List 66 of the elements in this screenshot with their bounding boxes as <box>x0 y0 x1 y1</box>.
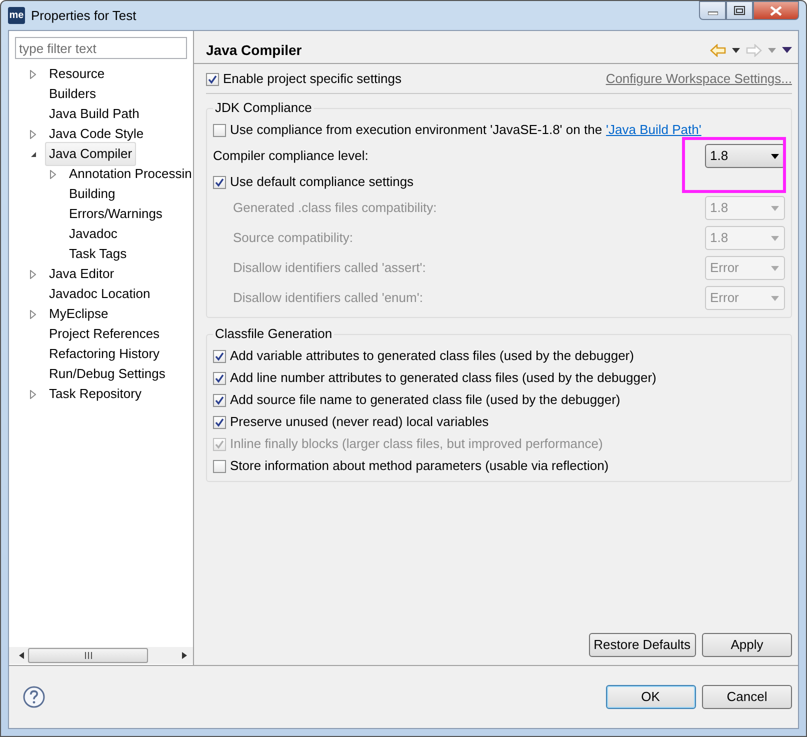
page-title: Java Compiler <box>206 40 302 60</box>
checkbox[interactable] <box>206 72 219 86</box>
expand-arrow-icon[interactable] <box>30 70 36 78</box>
restore-defaults-button[interactable]: Restore Defaults <box>588 633 696 657</box>
minimize-button[interactable] <box>699 1 726 20</box>
checkbox[interactable] <box>213 350 226 362</box>
expand-arrow-icon[interactable] <box>30 270 36 278</box>
dropdown-caret-icon <box>771 206 779 210</box>
check-icon <box>215 418 224 426</box>
apply-button[interactable]: Apply <box>702 633 792 657</box>
help-icon[interactable] <box>23 686 45 708</box>
maximize-button[interactable] <box>726 1 753 20</box>
checkbox[interactable] <box>213 124 226 136</box>
checkbox-label: Add variable attributes to generated class files (used by the debugger) <box>230 347 634 366</box>
group-title: JDK Compliance <box>213 100 314 116</box>
checkbox-label: Store information about method parameters (usable via reflection) <box>230 457 609 476</box>
check-icon <box>215 374 224 382</box>
java-build-path-link[interactable]: 'Java Build Path' <box>606 120 702 140</box>
dropdown-caret-icon[interactable] <box>732 48 740 52</box>
expand-arrow-icon[interactable] <box>30 390 36 398</box>
expand-arrow-icon[interactable] <box>30 130 36 138</box>
filter-field[interactable]: type filter text <box>15 37 187 59</box>
checkbox-label: Enable project specific settings <box>223 70 402 88</box>
checkbox-label: Preserve unused (never read) local variables <box>230 413 489 432</box>
check-icon <box>215 440 224 448</box>
checkbox[interactable] <box>213 372 226 384</box>
dropdown-caret-icon <box>771 296 779 300</box>
check-icon <box>208 74 217 84</box>
scroll-right-icon[interactable] <box>182 652 187 659</box>
collapse-arrow-icon[interactable] <box>30 150 36 158</box>
expand-arrow-icon[interactable] <box>30 310 36 318</box>
checkbox-label: Use default compliance settings <box>230 173 414 192</box>
cancel-button[interactable]: Cancel <box>702 685 792 709</box>
field-label: Source compatibility: <box>233 229 353 248</box>
field-label: Compiler compliance level: <box>213 147 368 166</box>
checkbox[interactable] <box>213 416 226 428</box>
expand-arrow-icon[interactable] <box>50 170 56 178</box>
checkbox[interactable] <box>213 394 226 406</box>
dropdown-caret-icon <box>771 236 779 240</box>
check-icon <box>215 178 224 186</box>
dropdown-caret-icon <box>771 266 779 270</box>
app-logo: me <box>8 7 25 24</box>
close-icon <box>770 6 782 16</box>
field-label: Generated .class files compatibility: <box>233 199 437 218</box>
dropdown[interactable]: 1.8 <box>705 144 785 168</box>
window-title: Properties for Test <box>31 6 136 25</box>
checkbox-label: Add source file name to generated class file (used by the debugger) <box>230 391 620 410</box>
scroll-left-icon[interactable] <box>19 652 24 659</box>
configure-workspace-link[interactable]: Configure Workspace Settings... <box>606 69 792 89</box>
checkbox-label: Inline finally blocks (larger class files, but improved performance) <box>230 435 603 454</box>
close-button[interactable] <box>753 1 799 20</box>
dropdown-caret-icon <box>771 154 779 158</box>
check-icon <box>215 396 224 404</box>
checkbox-label: Add line number attributes to generated class files (used by the debugger) <box>230 369 656 388</box>
ok-button[interactable]: OK <box>606 685 696 709</box>
checkbox[interactable] <box>213 460 226 472</box>
field-label: Disallow identifiers called 'enum': <box>233 289 423 308</box>
maximize-icon <box>734 6 745 15</box>
checkbox-label: Use compliance from execution environment 'JavaSE-1.8' on the <box>230 121 602 140</box>
check-icon <box>215 352 224 360</box>
view-menu-icon[interactable] <box>782 47 792 53</box>
horizontal-scrollbar[interactable] <box>9 647 193 664</box>
checkbox[interactable] <box>213 176 226 188</box>
field-label: Disallow identifiers called 'assert': <box>233 259 426 278</box>
tree-item[interactable]: Java Compiler <box>45 142 136 166</box>
grip-icon <box>84 652 92 659</box>
